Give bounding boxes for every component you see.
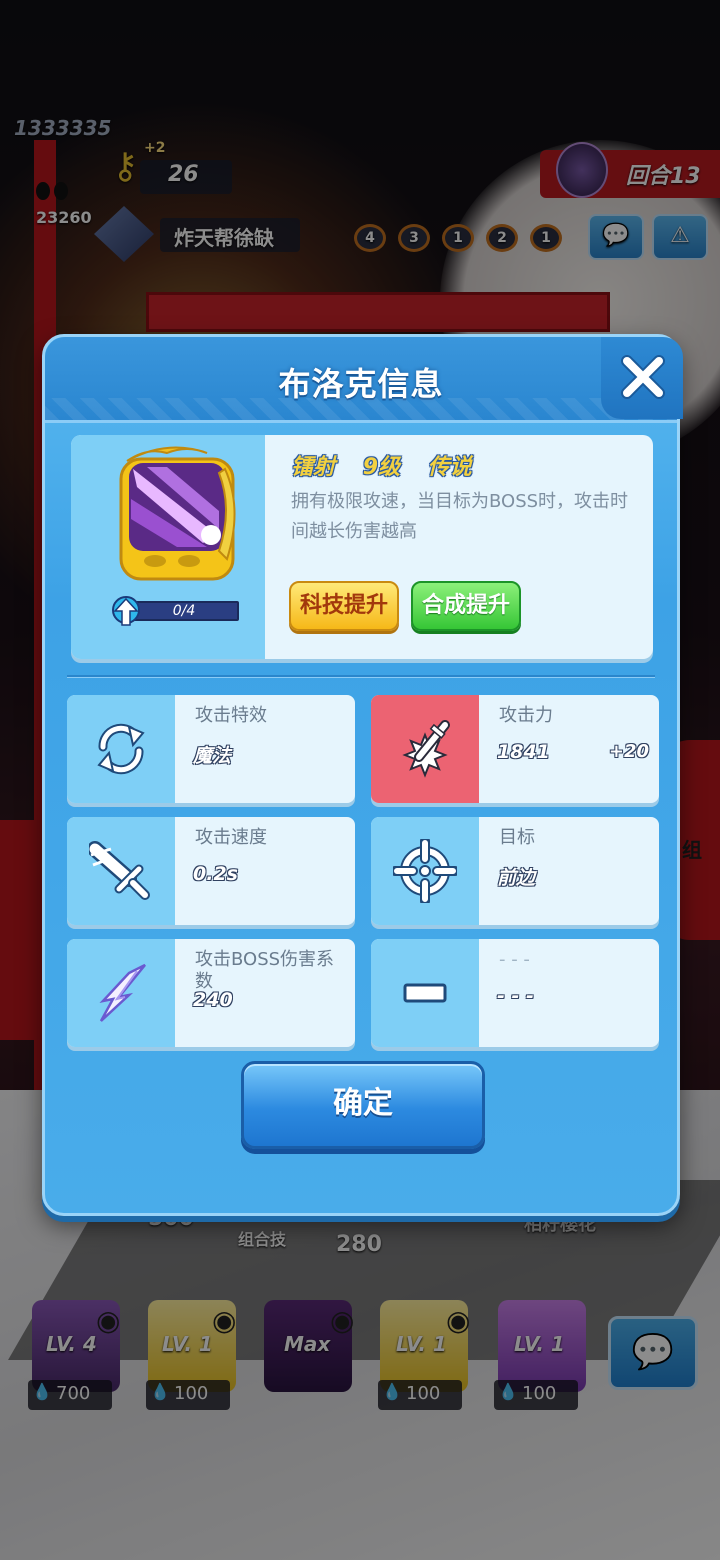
stat-icon-panel (67, 695, 175, 803)
stat-label: 攻击特效 (195, 705, 267, 726)
confirm-button[interactable]: 确定 (241, 1061, 485, 1149)
stat-attack-speed: 攻击速度 0.2s (67, 817, 355, 925)
tower-description: 拥有极限攻速，当目标为BOSS时，攻击时间越长伤害越高 (291, 491, 629, 542)
stat-icon-panel (371, 695, 479, 803)
stat-label: 目标 (499, 827, 535, 848)
stat-value: 1841 (497, 741, 550, 763)
stat-icon-panel (67, 939, 175, 1047)
upgrade-arrow-icon (112, 596, 140, 626)
stat-empty: - - - - - - (371, 939, 659, 1047)
tower-meta: 镭射 9级 传说 (291, 449, 492, 481)
crosshair-icon (393, 839, 457, 903)
stat-value: 前边 (497, 867, 536, 889)
merge-upgrade-button[interactable]: 合成提升 (411, 581, 521, 631)
stat-icon-panel (371, 817, 479, 925)
progress-text: 0/4 (172, 603, 196, 619)
sword-icon (89, 841, 150, 900)
dialog-title: 布洛克信息 (278, 365, 444, 403)
tower-level: 9级 (362, 455, 400, 480)
stat-label: - - - (499, 949, 530, 970)
close-icon (621, 355, 665, 399)
tower-name: 镭射 (291, 455, 336, 480)
stat-label: 攻击力 (499, 705, 553, 726)
stat-value: 魔法 (193, 745, 232, 767)
tower-rarity: 传说 (427, 455, 472, 480)
stat-label: 攻击BOSS伤害系数 (195, 949, 335, 992)
attack-power-icon (402, 720, 450, 778)
stat-bonus: +20 (608, 741, 649, 762)
stat-attack-power: 攻击力 1841 +20 (371, 695, 659, 803)
stat-attack-effect: 攻击特效 魔法 (67, 695, 355, 803)
upgrade-progress: 0/4 (111, 596, 239, 626)
dialog-header: 布洛克信息 (45, 337, 677, 423)
stat-icon-panel (67, 817, 175, 925)
close-button[interactable] (601, 337, 683, 419)
tower-info-dialog: 布洛克信息 0/4 镭射 9级 传说 拥有极限攻速，当目标为BOSS时，攻击时间… (42, 334, 683, 1216)
tech-upgrade-button[interactable]: 科技提升 (289, 581, 399, 631)
tower-portrait-panel: 0/4 (71, 435, 265, 659)
stat-value: 240 (193, 989, 233, 1011)
stat-value: - - - (497, 985, 534, 1007)
stat-boss-damage: 攻击BOSS伤害系数 240 (67, 939, 355, 1047)
tower-summary: 0/4 镭射 9级 传说 拥有极限攻速，当目标为BOSS时，攻击时间越长伤害越高… (71, 435, 653, 659)
minus-icon (403, 983, 447, 1003)
stat-value: 0.2s (193, 863, 238, 885)
cycle-icon (97, 723, 145, 775)
stat-target: 目标 前边 (371, 817, 659, 925)
stat-icon-panel (371, 939, 479, 1047)
stat-label: 攻击速度 (195, 827, 267, 848)
laser-tower-icon (119, 446, 236, 581)
lightning-icon (99, 963, 146, 1022)
divider (67, 675, 655, 677)
